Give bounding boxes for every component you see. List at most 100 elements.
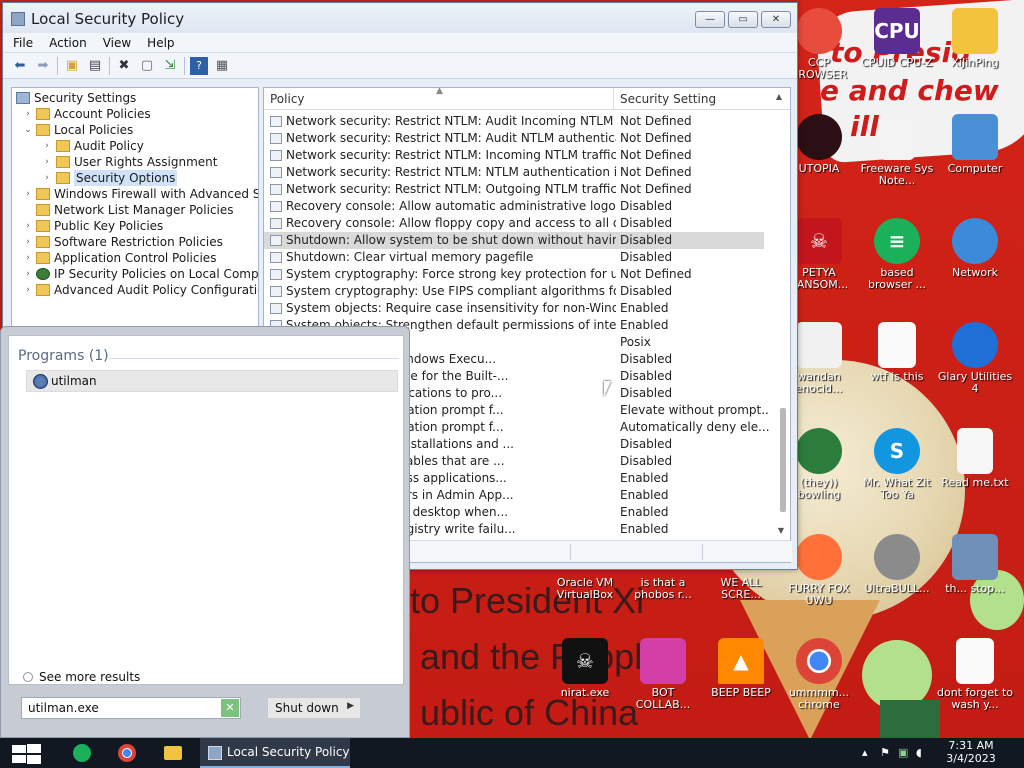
close-button[interactable]: ✕: [761, 11, 791, 28]
policy-row[interactable]: System cryptography: Use FIPS compliant …: [264, 283, 776, 300]
policy-setting: Disabled: [620, 216, 673, 230]
taskbar-clock[interactable]: 7:31 AM 3/4/2023: [936, 739, 1006, 765]
delete-icon[interactable]: ✖: [115, 57, 133, 75]
policy-row[interactable]: Shutdown: Allow system to be shut down w…: [264, 232, 764, 249]
back-icon[interactable]: ⬅: [11, 57, 29, 75]
tree-item-application-control[interactable]: › Application Control Policies: [12, 250, 258, 266]
policy-row[interactable]: Network security: Restrict NTLM: Outgoin…: [264, 181, 776, 198]
desktop-icon-stop[interactable]: th... stop...: [936, 534, 1014, 595]
title-bar[interactable]: Local Security Policy — ▭ ✕: [3, 3, 797, 33]
properties-icon[interactable]: ▢: [138, 57, 156, 75]
folder-icon: [36, 284, 50, 296]
show-tree-icon[interactable]: ▤: [86, 57, 104, 75]
chrome-icon: [796, 638, 842, 684]
policy-row[interactable]: Recovery console: Allow floppy copy and …: [264, 215, 776, 232]
desktop-icon-glary[interactable]: Glary Utilities 4: [936, 322, 1014, 395]
column-divider[interactable]: [613, 88, 614, 110]
start-button[interactable]: [10, 744, 42, 764]
shutdown-options-arrow-icon[interactable]: ▶: [347, 701, 354, 711]
desktop-icon-wash[interactable]: dont forget to wash y...: [936, 638, 1014, 711]
tray-network-icon[interactable]: ▣: [898, 746, 908, 759]
maximize-button[interactable]: ▭: [728, 11, 758, 28]
tree-item-security-options[interactable]: › Security Options: [12, 170, 258, 186]
expand-arrow-icon[interactable]: ›: [22, 282, 34, 298]
desktop-icon-computer[interactable]: Computer: [936, 114, 1014, 175]
desktop-icon-wtf[interactable]: wtf is this: [858, 322, 936, 383]
taskbar-chat-icon[interactable]: [73, 744, 91, 762]
tree-item-local-policies[interactable]: ⌄ Local Policies: [12, 122, 258, 138]
expand-arrow-icon[interactable]: ›: [22, 106, 34, 122]
column-header-policy[interactable]: Policy: [270, 92, 305, 106]
face-icon: [796, 322, 842, 368]
desktop-icon-freeware[interactable]: Freeware Sys Note...: [858, 114, 936, 187]
taskbar-local-security-policy[interactable]: Local Security Policy: [200, 738, 350, 768]
tree-item-software-restriction[interactable]: › Software Restriction Policies: [12, 234, 258, 250]
forward-icon[interactable]: ➡: [34, 57, 52, 75]
clear-search-icon[interactable]: ✕: [221, 699, 239, 717]
scroll-down-icon[interactable]: ▼: [778, 526, 784, 535]
desktop-icon-network[interactable]: Network: [936, 218, 1014, 279]
tree-item-user-rights[interactable]: › User Rights Assignment: [12, 154, 258, 170]
expand-arrow-icon[interactable]: ›: [22, 266, 34, 282]
desktop-icon-based-browser[interactable]: ≡ based browser ...: [858, 218, 936, 291]
tree-item-network-list-manager[interactable]: Network List Manager Policies: [12, 202, 258, 218]
desktop-icon-nirat[interactable]: ☠ nirat.exe: [546, 638, 624, 699]
view-icon[interactable]: ▦: [213, 57, 231, 75]
scroll-up-icon[interactable]: ▲: [776, 92, 782, 101]
collapse-arrow-icon[interactable]: ⌄: [22, 122, 34, 138]
menu-file[interactable]: File: [13, 33, 33, 52]
start-search-input[interactable]: [22, 698, 214, 718]
see-more-results-link[interactable]: See more results: [23, 670, 140, 684]
export-icon[interactable]: ⇲: [161, 57, 179, 75]
policy-row[interactable]: Network security: Restrict NTLM: NTLM au…: [264, 164, 776, 181]
tray-flag-icon[interactable]: ⚑: [880, 746, 890, 759]
start-search-box[interactable]: ✕: [21, 697, 241, 719]
tree-item-audit-policy[interactable]: › Audit Policy: [12, 138, 258, 154]
taskbar-chrome-icon[interactable]: [118, 744, 136, 762]
tree-item-account-policies[interactable]: › Account Policies: [12, 106, 258, 122]
desktop-icon-ultrabull[interactable]: UltraBULL...: [858, 534, 936, 595]
minimize-button[interactable]: —: [695, 11, 725, 28]
policy-row[interactable]: Network security: Restrict NTLM: Incomin…: [264, 147, 776, 164]
shut-down-button[interactable]: Shut down ▶: [267, 697, 361, 719]
policy-row[interactable]: Network security: Restrict NTLM: Audit I…: [264, 113, 776, 130]
menu-help[interactable]: Help: [147, 33, 174, 52]
tree-item-windows-firewall[interactable]: › Windows Firewall with Advanced Sec: [12, 186, 258, 202]
policy-row[interactable]: System cryptography: Force strong key pr…: [264, 266, 776, 283]
expand-arrow-icon[interactable]: ›: [22, 250, 34, 266]
tree-item-public-key[interactable]: › Public Key Policies: [12, 218, 258, 234]
taskbar: Local Security Policy ▴ ⚑ ▣ ◖ 7:31 AM 3/…: [0, 738, 1024, 768]
expand-arrow-icon[interactable]: ›: [22, 186, 34, 202]
menu-action[interactable]: Action: [49, 33, 87, 52]
expand-arrow-icon[interactable]: ›: [41, 154, 53, 170]
desktop-icon-beep-beep[interactable]: ▲ BEEP BEEP: [702, 638, 780, 699]
tree-item-advanced-audit[interactable]: › Advanced Audit Policy Configuration: [12, 282, 258, 298]
tray-volume-icon[interactable]: ◖: [916, 746, 922, 759]
expand-arrow-icon[interactable]: ›: [41, 170, 53, 186]
policy-row[interactable]: Shutdown: Clear virtual memory pagefile D…: [264, 249, 776, 266]
policy-row[interactable]: Recovery console: Allow automatic admini…: [264, 198, 776, 215]
search-result-utilman[interactable]: utilman: [26, 370, 398, 392]
expand-arrow-icon[interactable]: ›: [22, 234, 34, 250]
policy-row[interactable]: Network security: Restrict NTLM: Audit N…: [264, 130, 776, 147]
policy-name: Recovery console: Allow floppy copy and …: [286, 216, 616, 230]
toolbar-separator: [109, 56, 110, 75]
desktop-icon-chrome[interactable]: ummmm... chrome: [780, 638, 858, 711]
desktop-icon-skype[interactable]: S Mr. What Zit Too Ya: [858, 428, 936, 501]
policy-row[interactable]: System objects: Require case insensitivi…: [264, 300, 776, 317]
tree-item-security-settings[interactable]: Security Settings: [12, 90, 258, 106]
taskbar-explorer-icon[interactable]: [164, 746, 182, 760]
tray-arrow-icon[interactable]: ▴: [862, 746, 868, 759]
expand-arrow-icon[interactable]: ›: [41, 138, 53, 154]
column-header-security-setting[interactable]: Security Setting: [620, 92, 716, 106]
up-folder-icon[interactable]: ▣: [63, 57, 81, 75]
expand-arrow-icon[interactable]: ›: [22, 218, 34, 234]
desktop-icon-readme[interactable]: Read me.txt: [936, 428, 1014, 489]
desktop-icon-xijinping[interactable]: XiJinPing: [936, 8, 1014, 69]
menu-view[interactable]: View: [103, 33, 131, 52]
desktop-icon-cpuz[interactable]: CPU CPUID CPU-Z: [858, 8, 936, 69]
desktop-icon-bot-collab[interactable]: BOT COLLAB...: [624, 638, 702, 711]
tree-item-ip-security[interactable]: › IP Security Policies on Local Comput: [12, 266, 258, 282]
vertical-scrollbar-thumb[interactable]: [780, 408, 786, 512]
help-icon[interactable]: ?: [190, 56, 208, 75]
